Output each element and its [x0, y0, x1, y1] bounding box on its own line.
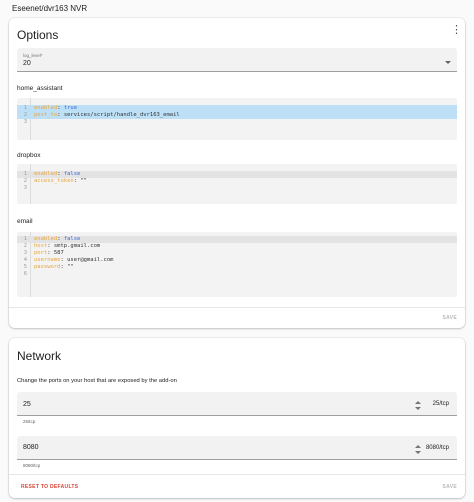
code-line[interactable]: 2 post_to: services/script/handle_dvr163_…	[17, 112, 457, 119]
port-25-input[interactable]: 25 25/tcp	[17, 392, 457, 416]
line-number: 2	[23, 243, 27, 249]
yaml-key: access_token	[34, 178, 74, 184]
port-25-suffix: 25/tcp	[432, 401, 449, 407]
yaml-separator: :	[57, 105, 64, 111]
more-vertical-icon[interactable]: ⋮	[451, 24, 462, 36]
line-number: 3	[23, 250, 27, 256]
code-text: host: smtp.gmail.com	[34, 243, 100, 250]
port-8080-helper: 8080/tcp	[23, 463, 41, 468]
log-level-value: 20	[23, 60, 31, 67]
email-editor[interactable]: 1 enabled: false 2 host: smtp.gmail.com 3 por…	[17, 232, 457, 297]
divider	[9, 307, 465, 308]
yaml-key: password	[34, 264, 61, 270]
dropbox-editor[interactable]: 1 enabled: false 2 access_token: "" 3	[17, 164, 457, 204]
line-number: 4	[23, 257, 27, 263]
code-text: enabled: false	[34, 236, 80, 243]
yaml-separator: :	[57, 171, 64, 177]
yaml-value: false	[63, 236, 81, 242]
yaml-key: post_to	[34, 112, 58, 118]
save-button[interactable]: SAVE	[443, 315, 457, 321]
code-line[interactable]: 2 access_token: ""	[17, 178, 457, 185]
yaml-key: enabled	[34, 236, 58, 242]
code-line[interactable]: 2 host: smtp.gmail.com	[17, 243, 457, 250]
line-number: 1	[23, 236, 27, 242]
yaml-value: smtp.gmail.com	[53, 243, 101, 249]
code-line[interactable]: 3	[17, 119, 457, 126]
yaml-key: port	[34, 250, 48, 256]
code-line[interactable]: 4 username: user@gmail.com	[17, 257, 457, 264]
yaml-value: services/script/handle_dvr163_email	[63, 112, 180, 118]
code-text: post_to: services/script/handle_dvr163_e…	[34, 112, 180, 119]
yaml-value: true	[63, 105, 78, 111]
code-line[interactable]: 1 enabled: false	[17, 236, 457, 243]
port-25-value: 25	[23, 401, 31, 408]
code-line[interactable]: 5 password: ""	[17, 264, 457, 271]
code-text: access_token: ""	[34, 178, 87, 185]
chevron-down-icon[interactable]	[445, 61, 451, 64]
divider	[9, 474, 465, 475]
window-title: Eseenet/dvr163 NVR	[12, 4, 88, 13]
spinner-icon[interactable]	[415, 401, 421, 410]
home-assistant-editor[interactable]: 1 enabled: true 2 post_to: services/script/…	[17, 98, 457, 140]
yaml-key: host	[34, 243, 48, 249]
email-label: email	[17, 218, 33, 225]
yaml-value: ""	[80, 178, 87, 184]
line-number: 3	[23, 185, 27, 191]
code-text: port: 587	[34, 250, 64, 257]
yaml-separator: :	[47, 243, 54, 249]
network-save-button[interactable]: SAVE	[443, 484, 457, 490]
yaml-value: 587	[53, 250, 64, 256]
yaml-separator: :	[57, 112, 64, 118]
yaml-separator: :	[57, 236, 64, 242]
code-line[interactable]: 1 enabled: true	[17, 105, 457, 112]
yaml-key: enabled	[34, 105, 58, 111]
code-line[interactable]: 3	[17, 185, 457, 192]
network-title: Network	[17, 349, 62, 363]
line-number: 5	[23, 264, 27, 270]
yaml-value: user@gmail.com	[67, 257, 114, 263]
home-assistant-label: home_assistant	[17, 85, 63, 92]
line-number: 6	[23, 271, 27, 277]
port-25-helper: 25/tcp	[23, 419, 36, 424]
line-number: 1	[23, 105, 27, 111]
yaml-value: false	[63, 171, 81, 177]
yaml-key: username	[34, 257, 61, 263]
port-8080-value: 8080	[23, 444, 39, 451]
yaml-key: enabled	[34, 171, 58, 177]
line-number: 3	[23, 119, 27, 125]
line-number: 1	[23, 171, 27, 177]
code-line[interactable]: 3 port: 587	[17, 250, 457, 257]
log-level-select[interactable]: log_level* 20	[17, 48, 457, 72]
port-8080-input[interactable]: 8080 8080/tcp	[17, 436, 457, 460]
line-number: 2	[23, 112, 27, 118]
yaml-separator: :	[47, 250, 54, 256]
spinner-icon[interactable]	[415, 445, 421, 454]
log-level-label: log_level*	[23, 53, 43, 58]
network-description: Change the ports on your host that are e…	[17, 378, 177, 384]
code-text: enabled: true	[34, 105, 77, 112]
port-8080-suffix: 8080/tcp	[425, 445, 449, 451]
yaml-value: ""	[67, 264, 74, 270]
dropbox-label: dropbox	[17, 152, 41, 159]
code-text: password: ""	[34, 264, 74, 271]
network-card: Network Change the ports on your host th…	[9, 338, 465, 498]
code-line[interactable]: 6	[17, 271, 457, 278]
reset-to-defaults-button[interactable]: RESET TO DEFAULTS	[21, 484, 78, 490]
options-title: Options	[17, 28, 59, 42]
code-line[interactable]: 1 enabled: false	[17, 171, 457, 178]
options-card: Options ⋮ log_level* 20 home_assistant 1…	[9, 18, 465, 328]
code-text: username: user@gmail.com	[34, 257, 113, 264]
code-text: enabled: false	[34, 171, 80, 178]
line-number: 2	[23, 178, 27, 184]
